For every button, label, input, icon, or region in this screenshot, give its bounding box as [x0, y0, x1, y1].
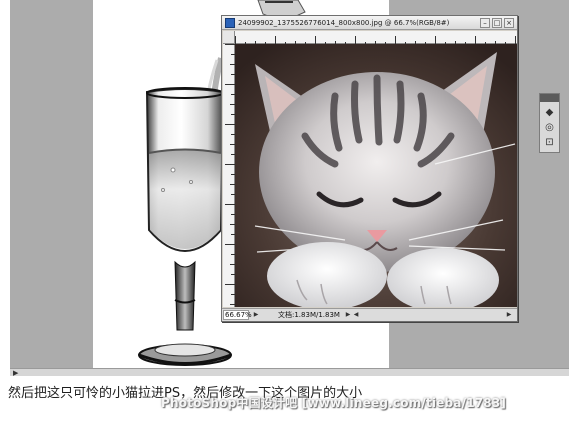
floating-tool-palette[interactable]: ◆ ◎ ⊡ [539, 93, 560, 153]
paths-icon[interactable]: ⊡ [543, 136, 556, 149]
channels-icon[interactable]: ◎ [543, 121, 556, 134]
left-margin [0, 0, 10, 368]
kitten-image [235, 44, 517, 307]
maximize-button[interactable]: □ [492, 18, 502, 28]
ps-document-window[interactable]: 24099902_1375526776014_800x800.jpg @ 66.… [221, 15, 518, 322]
horizontal-ruler[interactable] [235, 31, 517, 46]
scroll-right-icon[interactable]: ▶ [505, 311, 513, 319]
vertical-ruler[interactable] [223, 44, 235, 307]
scroll-left-icon[interactable]: ◀ [352, 311, 360, 319]
background-doc-statusbar: ▶ [10, 368, 569, 377]
document-titlebar[interactable]: 24099902_1375526776014_800x800.jpg @ 66.… [222, 16, 517, 30]
minimize-button[interactable]: – [480, 18, 490, 28]
status-menu-icon[interactable]: ▶ [252, 311, 260, 319]
window-controls: – □ × [480, 18, 514, 28]
ruler-origin[interactable] [223, 31, 235, 44]
zoom-value: 66.67% [225, 311, 252, 319]
document-statusbar: 66.67% ▶ 文档:1.83M/1.83M ▶ ◀ ▶ [222, 308, 517, 321]
scroll-arrow-icon[interactable]: ▶ [13, 369, 18, 377]
document-title: 24099902_1375526776014_800x800.jpg @ 66.… [238, 19, 450, 27]
kitten-image-canvas[interactable] [235, 44, 517, 307]
palette-header[interactable] [540, 94, 559, 102]
layers-icon[interactable]: ◆ [543, 106, 556, 119]
status-info-arrow-icon[interactable]: ▶ [344, 311, 352, 319]
ruler-ticks [225, 44, 235, 305]
ps-document-icon [225, 18, 235, 28]
watermark-text: PhotoShop中国设计吧 [www.lineeg.com/tieba/178… [161, 396, 507, 410]
close-button[interactable]: × [504, 18, 514, 28]
document-size-info: 文档:1.83M/1.83M [278, 311, 340, 319]
zoom-field[interactable]: 66.67% [223, 310, 252, 320]
